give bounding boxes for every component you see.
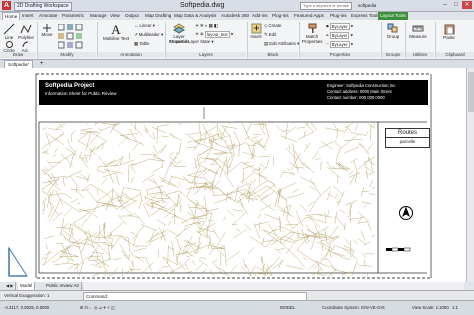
application-menu-button[interactable]: A: [2, 1, 11, 10]
arc-icon: [22, 41, 28, 48]
contact-number: Contact number: 000 000 0000: [327, 95, 385, 100]
layers-icon: [173, 23, 185, 34]
measure-button[interactable]: Measure: [407, 23, 429, 39]
tab-plug-ins[interactable]: Plug-ins: [270, 12, 291, 20]
coordinate-system-indicator[interactable]: Coordinate System: IGN-VE-GIS: [322, 305, 385, 311]
tab-manage[interactable]: Manage: [88, 12, 109, 20]
tab-annotate[interactable]: Annotate: [37, 12, 59, 20]
layout-tabs-bar: ◀ ▶ Model Public review A0: [0, 282, 474, 290]
project-subtitle: Information Sheet for Public Review: [45, 91, 117, 96]
insert-icon: [251, 23, 261, 34]
panel-label-annotation: Annotation: [98, 52, 164, 58]
tab-featured-apps[interactable]: Featured Apps: [292, 12, 326, 20]
document-title: Softpedia.dwg: [180, 2, 225, 9]
title-block-banner: Softpedia Project Information Sheet for …: [39, 80, 428, 105]
close-button[interactable]: ✕: [462, 1, 472, 9]
paintbrush-icon: [308, 23, 316, 33]
parcelle-label: parcelle: [399, 139, 416, 144]
scale-bar: [386, 247, 411, 252]
edit-attributes-button[interactable]: ▤ Edit Attributes ▾: [264, 41, 299, 47]
match-properties-button[interactable]: Match Properties: [302, 23, 323, 44]
tab-map-drafting[interactable]: Map Drafting: [143, 12, 173, 20]
routes-title: Routes: [386, 129, 429, 138]
multiline-text-button[interactable]: A Multiline Text: [102, 23, 130, 41]
move-button[interactable]: Move: [40, 24, 54, 37]
circle-icon: [5, 41, 13, 48]
table-button[interactable]: ▦ Table: [134, 41, 149, 47]
status-bar: -4.3117, 0.9025, 0.0000 ⊞ ⊡ ∟ ◎ ⊿ ✛ ≡ ◫ …: [0, 300, 474, 315]
tab-express-tools[interactable]: Express Tools: [349, 12, 382, 20]
layer-tools-icons[interactable]: ☀ ❄ ◐ ▦ ◧: [195, 23, 218, 29]
engineer-text: Engineer: Softpedia Construction Inc.: [327, 83, 397, 88]
tab-autodesk-360[interactable]: Autodesk 360: [219, 12, 251, 20]
color-dropdown[interactable]: ■ ByLayer ▾: [326, 23, 353, 30]
layer-state-dropdown[interactable]: Unsaved Layer State ▾: [170, 39, 214, 45]
polyline-icon: [20, 24, 32, 34]
tab-insert[interactable]: Insert: [20, 12, 36, 20]
tab-add-ins[interactable]: Add-ins: [250, 12, 270, 20]
street-map[interactable]: [42, 123, 375, 276]
panel-label-block: Block: [248, 52, 298, 58]
maximize-button[interactable]: □: [451, 1, 461, 9]
view-scale-indicator[interactable]: View Scale: 1:1000: [412, 305, 449, 311]
move-icon: [43, 24, 51, 32]
group-button[interactable]: Group: [384, 23, 402, 39]
line-button[interactable]: Line: [2, 23, 16, 40]
polyline-button[interactable]: Polyline: [17, 23, 35, 40]
modify-tools-icons[interactable]: [58, 24, 98, 50]
tab-map-data-analysis[interactable]: Map Data & Analysis: [172, 12, 218, 20]
street-lines: [42, 123, 375, 276]
panel-label-utilities: Utilities: [406, 52, 434, 58]
search-input[interactable]: Type a keyword or phrase: [300, 2, 352, 10]
ribbon-tabs: Home Insert Annotate Parametric Manage V…: [0, 12, 474, 21]
text-a-icon: A: [111, 22, 121, 37]
insert-block-button[interactable]: Insert: [249, 23, 263, 39]
tab-parametric[interactable]: Parametric: [60, 12, 86, 20]
create-block-button[interactable]: ◇ Create: [264, 23, 281, 29]
drafting-toggle-icons[interactable]: ⊞ ⊡ ∟ ◎ ⊿ ✛ ≡ ◫: [80, 305, 115, 311]
tab-model[interactable]: Model: [18, 282, 36, 290]
panel-label-groups: Groups: [382, 52, 404, 58]
contact-address: Contact address: 0000 Main Street: [327, 89, 392, 94]
edit-block-button[interactable]: ✎ Edit: [264, 32, 276, 38]
title-bar: A 2D Drafting Workspace Softpedia.dwg Ty…: [0, 0, 474, 12]
annotation-scale[interactable]: 1:1: [452, 305, 458, 311]
clipboard-icon: [444, 24, 454, 35]
cursor-coordinates: -4.3117, 0.9025, 0.0000: [4, 305, 50, 310]
multileader-dropdown[interactable]: ↗ Multileader ▾: [134, 32, 163, 38]
panel-label-layers: Layers: [166, 52, 246, 58]
tab-plug-ins-2[interactable]: Plug-ins: [328, 12, 349, 20]
user-sign-in-button[interactable]: softpedia: [358, 2, 376, 9]
panel-label-clipboard: Clipboard: [436, 52, 474, 58]
panel-label-modify: Modify: [38, 52, 96, 58]
tab-output[interactable]: Output: [123, 12, 141, 20]
panel-label-draw: Draw: [0, 52, 36, 58]
new-tab-plus-icon[interactable]: +: [40, 60, 44, 68]
ruler-icon: [412, 25, 424, 32]
workspace-dropdown[interactable]: 2D Drafting Workspace: [14, 2, 72, 11]
tab-layout-tools[interactable]: Layout Tools: [378, 12, 408, 20]
line-icon: [3, 23, 15, 35]
group-icon: [387, 23, 398, 33]
vertical-scrollbar[interactable]: [466, 68, 474, 282]
linetype-dropdown[interactable]: ┄ ByLayer ▾: [326, 41, 353, 48]
layout-nav-icons[interactable]: ◀ ▶: [4, 282, 17, 290]
tab-public-review[interactable]: Public review A0: [44, 282, 83, 290]
lineweight-dropdown[interactable]: ≡ ByLayer ▾: [326, 32, 353, 39]
scrollbar-thumb[interactable]: [468, 72, 474, 112]
current-layer-dropdown[interactable]: ☀ ❄ layout_text ▾: [195, 31, 233, 38]
legend-routes: Routes parcelle: [385, 128, 430, 148]
north-arrow-icon: [399, 206, 413, 220]
model-space-button[interactable]: MODEL: [280, 305, 295, 311]
project-title: Softpedia Project: [45, 83, 95, 89]
minimize-button[interactable]: –: [440, 1, 450, 9]
vertical-exaggeration-text: Vertical Exaggeration: 1: [4, 293, 50, 298]
linear-dimension-dropdown[interactable]: ↔ Linear ▾: [134, 23, 155, 29]
ucs-icon: [8, 246, 28, 277]
file-tabs-bar: Softpedia* +: [0, 60, 474, 69]
tab-view[interactable]: View: [108, 12, 122, 20]
paste-button[interactable]: Paste: [438, 23, 460, 40]
horizontal-scrollbar[interactable]: [84, 282, 464, 290]
panel-label-properties: Properties: [300, 52, 380, 58]
